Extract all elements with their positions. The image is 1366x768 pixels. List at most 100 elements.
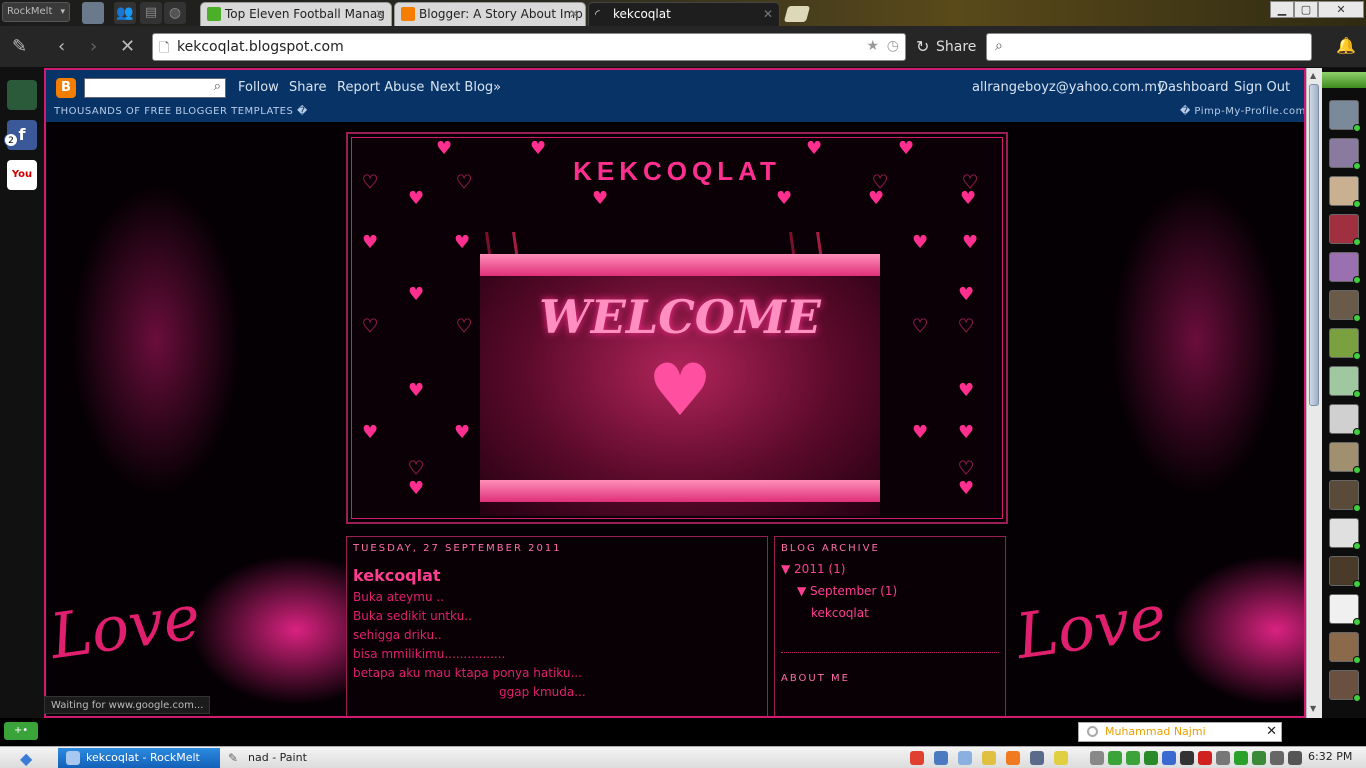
chat-icon[interactable]: ▤ — [140, 2, 162, 24]
free-templates-link[interactable]: THOUSANDS OF FREE BLOGGER TEMPLATES � — [54, 106, 308, 117]
maximize-button[interactable]: ▢ — [1294, 1, 1318, 18]
friend-avatar[interactable] — [1329, 290, 1361, 322]
loading-spinner-icon: ◜ — [595, 7, 600, 21]
archive-year[interactable]: ▼ 2011 (1) — [781, 562, 999, 576]
report-abuse-link[interactable]: Report Abuse — [337, 80, 424, 95]
app-tray-icon[interactable] — [1288, 751, 1302, 765]
task-rockmelt[interactable]: kekcoqlat - RockMelt — [58, 748, 220, 768]
sign-out-link[interactable]: Sign Out — [1234, 80, 1290, 95]
chat-notification[interactable]: Muhammad Najmi ✕ — [1078, 722, 1282, 742]
add-service-button[interactable]: +• — [4, 722, 38, 740]
browser-toolbar: ✎ ‹ › ✕ 🗋 ★ ◷ ↻ Share ⌕ 🔔 — [0, 26, 1366, 68]
start-button-icon[interactable]: ◆ — [20, 749, 38, 768]
friend-avatar[interactable] — [1329, 328, 1361, 360]
globe-icon[interactable]: ◍ — [164, 2, 186, 24]
blog-search-input[interactable]: ⌕ — [84, 78, 226, 98]
post-title[interactable]: kekcoqlat — [353, 566, 761, 585]
vertical-scrollbar[interactable]: ▲ ▼ — [1306, 68, 1322, 718]
app-tray-icon[interactable] — [1234, 751, 1248, 765]
task-paint[interactable]: ✎ nad - Paint — [220, 748, 360, 768]
stop-icon[interactable]: ✕ — [120, 36, 135, 57]
search-icon[interactable]: ⌕ — [214, 79, 221, 94]
close-icon[interactable]: ✕ — [569, 3, 579, 25]
friend-avatar[interactable] — [1329, 214, 1361, 246]
friend-avatar[interactable] — [1329, 366, 1361, 398]
youtube-icon[interactable]: You — [7, 160, 37, 190]
friends-icon[interactable]: 👥 — [114, 2, 136, 24]
app-tray-icon[interactable] — [1126, 751, 1140, 765]
pimp-my-profile-link[interactable]: � Pimp-My-Profile.com — [1180, 106, 1304, 117]
share-button[interactable]: ↻ Share — [916, 33, 978, 61]
search-box[interactable]: ⌕ — [986, 33, 1312, 61]
friend-avatar[interactable] — [1329, 556, 1361, 588]
app-tray-icon[interactable] — [1144, 751, 1158, 765]
friend-avatar[interactable] — [1329, 442, 1361, 474]
ornament-heart-icon: ♥ — [647, 348, 713, 432]
friend-avatar[interactable] — [1329, 404, 1361, 436]
close-icon[interactable]: ✕ — [375, 3, 385, 25]
forward-icon[interactable]: › — [90, 36, 97, 57]
scroll-down-icon[interactable]: ▼ — [1310, 704, 1316, 713]
notification-bell-icon[interactable]: 🔔 — [1336, 36, 1356, 55]
tab-top-eleven[interactable]: Top Eleven Football Manag ✕ — [200, 2, 392, 26]
star-icon[interactable]: ★ — [866, 38, 879, 54]
friend-avatar[interactable] — [1329, 670, 1361, 702]
friend-avatar[interactable] — [1329, 480, 1361, 512]
friend-avatar[interactable] — [1329, 138, 1361, 170]
scroll-up-icon[interactable]: ▲ — [1310, 71, 1316, 80]
friend-avatar[interactable] — [1329, 594, 1361, 626]
post-line: bisa mmilikimu................ — [353, 647, 506, 661]
heart-icon: ♥ — [958, 380, 975, 401]
bluetooth-icon[interactable] — [1162, 751, 1176, 765]
profile-avatar[interactable] — [82, 2, 104, 24]
firefox-tray-icon[interactable] — [1006, 751, 1020, 765]
friends-dock — [1322, 68, 1366, 718]
friend-avatar[interactable] — [1329, 176, 1361, 208]
clock[interactable]: 6:32 PM — [1308, 750, 1352, 763]
folder-tray-icon[interactable] — [1054, 751, 1068, 765]
battery-icon[interactable] — [1270, 751, 1284, 765]
archive-post-link[interactable]: kekcoqlat — [781, 606, 999, 620]
friend-avatar[interactable] — [1329, 632, 1361, 664]
friend-avatar[interactable] — [1329, 252, 1361, 284]
web-page: Love Love B ⌕ Follow Share Report Abuse … — [44, 68, 1306, 718]
scroll-thumb[interactable] — [1309, 84, 1319, 406]
history-icon[interactable]: ◷ — [887, 38, 899, 54]
archive-month[interactable]: ▼ September (1) — [781, 584, 999, 598]
compose-icon[interactable]: ✎ — [12, 36, 27, 57]
chrome-tray-icon[interactable] — [910, 751, 924, 765]
url-input[interactable] — [177, 37, 857, 57]
address-bar[interactable]: 🗋 ★ ◷ — [152, 33, 906, 61]
app-tray-icon[interactable] — [982, 751, 996, 765]
rockmelt-menu-button[interactable]: RockMelt ▾ — [2, 2, 70, 22]
friend-avatar[interactable] — [1329, 518, 1361, 550]
follow-link[interactable]: Follow — [238, 80, 279, 95]
heart-icon: ♥ — [408, 284, 425, 305]
back-icon[interactable]: ‹ — [58, 36, 65, 57]
tab-kekcoqlat[interactable]: ◜ kekcoqlat ✕ — [588, 2, 780, 26]
blog-title[interactable]: KEKCOQLAT — [352, 156, 1002, 187]
blogger-navbar: B ⌕ Follow Share Report Abuse Next Blog»… — [46, 70, 1304, 122]
app-tray-icon[interactable] — [958, 751, 972, 765]
app-tray-icon[interactable] — [1180, 751, 1194, 765]
heart-icon: ♥ — [958, 284, 975, 305]
next-blog-link[interactable]: Next Blog» — [430, 80, 501, 95]
twitter-account-icon[interactable] — [7, 80, 37, 110]
app-tray-icon[interactable] — [1198, 751, 1212, 765]
dashboard-link[interactable]: Dashboard — [1158, 80, 1229, 95]
share-link[interactable]: Share — [289, 80, 327, 95]
tab-blogger[interactable]: Blogger: A Story About Imp ✕ — [394, 2, 586, 26]
app-tray-icon[interactable] — [1108, 751, 1122, 765]
close-window-button[interactable]: ✕ — [1318, 1, 1364, 18]
blogger-logo-icon[interactable]: B — [56, 78, 76, 98]
wifi-icon[interactable] — [1090, 751, 1104, 765]
app-tray-icon[interactable] — [1252, 751, 1266, 765]
app-tray-icon[interactable] — [934, 751, 948, 765]
minimize-button[interactable]: ▁ — [1270, 1, 1294, 18]
friend-avatar[interactable] — [1329, 100, 1361, 132]
close-icon[interactable]: ✕ — [763, 3, 773, 25]
new-tab-button[interactable] — [783, 6, 811, 22]
app-tray-icon[interactable] — [1030, 751, 1044, 765]
close-icon[interactable]: ✕ — [1266, 723, 1277, 741]
volume-icon[interactable] — [1216, 751, 1230, 765]
